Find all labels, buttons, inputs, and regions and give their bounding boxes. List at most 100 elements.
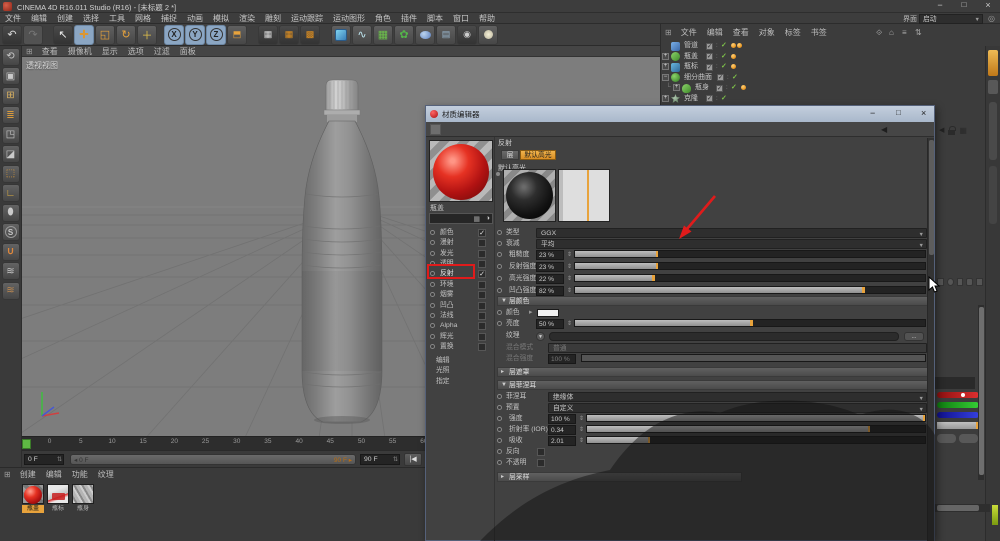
menu-item[interactable]: 选择 — [78, 12, 104, 25]
dock-tab-icon[interactable] — [988, 80, 998, 94]
bottle-model[interactable] — [296, 76, 388, 428]
material-manager-menu-icon[interactable]: ⊞ — [0, 470, 15, 479]
menu-item[interactable]: 动画 — [182, 12, 208, 25]
back-arrow-icon[interactable]: ◀ — [939, 126, 944, 134]
object-axis-mode-icon[interactable]: ∟ — [2, 184, 20, 202]
reflection-strength-slider[interactable] — [574, 262, 926, 270]
search-icon[interactable]: ◎ — [988, 14, 995, 23]
add-camera-icon[interactable]: ◉ — [457, 25, 477, 45]
channel-checkbox[interactable]: ✓ — [478, 229, 486, 237]
mouse-mode-icon[interactable]: ⬮ — [2, 204, 20, 222]
channel-checkbox[interactable] — [478, 333, 486, 341]
expand-icon[interactable]: + — [662, 95, 669, 102]
param-dot[interactable] — [497, 264, 502, 269]
texture-mode-icon[interactable]: ⊞ — [2, 87, 20, 105]
specular-strength-value[interactable]: 22 % — [536, 274, 564, 284]
workplane-layer-icon[interactable]: ≋ — [2, 262, 20, 280]
add-generator-icon[interactable]: ▦ — [373, 25, 393, 45]
menu-item[interactable]: 编辑 — [26, 12, 52, 25]
dock-tab[interactable] — [989, 102, 997, 160]
green-channel-slider[interactable] — [937, 402, 979, 408]
add-light-icon[interactable] — [478, 25, 498, 45]
dialog-maximize-icon[interactable]: □ — [896, 108, 901, 117]
enabled-check-icon[interactable]: ✓ — [721, 52, 727, 62]
enabled-check-icon[interactable]: ✓ — [721, 62, 727, 72]
sort-icon[interactable]: ⇅ — [915, 28, 922, 37]
history-back-icon[interactable]: ◀ — [881, 125, 887, 134]
filter-icon[interactable]: ⟐ — [876, 28, 882, 38]
redo-icon[interactable]: ↷ — [23, 25, 43, 45]
viewport-menu-item[interactable]: 面板 — [175, 46, 201, 58]
param-dot[interactable] — [497, 405, 502, 410]
lock-icon[interactable] — [948, 130, 955, 135]
slider-knob[interactable] — [961, 393, 965, 397]
tab-default-specular[interactable]: 默认高光 — [520, 150, 556, 160]
dialog-tool-button[interactable] — [430, 124, 441, 135]
param-dot[interactable] — [497, 288, 502, 293]
param-dot[interactable] — [497, 449, 502, 454]
render-view-icon[interactable]: ▦ — [258, 25, 278, 45]
layer-check[interactable]: ✓ — [706, 53, 713, 60]
menu-item[interactable]: 帮助 — [474, 12, 500, 25]
reflectance-type-dropdown[interactable]: GGX▼ — [536, 228, 927, 238]
lock-y-axis-button[interactable]: Y — [185, 25, 205, 45]
layer-check[interactable]: ✓ — [716, 85, 723, 92]
reflectance-falloff-dropdown[interactable]: 平均▼ — [536, 239, 927, 249]
channel-row-bump[interactable]: 凹凸 — [430, 301, 492, 311]
menu-item[interactable]: 捕捉 — [156, 12, 182, 25]
menu-item[interactable]: 运动跟踪 — [286, 12, 328, 25]
cursor-mode-icon[interactable] — [937, 278, 944, 286]
add-spline-icon[interactable]: ∿ — [352, 25, 372, 45]
menu-item[interactable]: 运动图形 — [328, 12, 370, 25]
color-button[interactable] — [937, 434, 956, 443]
ior-slider[interactable] — [586, 425, 926, 433]
texture-arrow-button[interactable]: ▼ — [536, 332, 545, 341]
menu-item[interactable]: 网格 — [130, 12, 156, 25]
current-frame-field[interactable]: 0 F ⇅ — [24, 454, 64, 465]
channel-checkbox[interactable] — [478, 343, 486, 351]
reflection-strength-value[interactable]: 23 % — [536, 262, 564, 272]
channel-row-fog[interactable]: 烟雾 — [430, 290, 492, 300]
add-deformer-icon[interactable]: ✿ — [394, 25, 414, 45]
section-layer-fresnel[interactable]: ▼层菲涅耳 — [497, 380, 932, 390]
polygon-mode-icon[interactable]: ◪ — [2, 145, 20, 163]
list-icon[interactable]: ≡ — [902, 28, 907, 37]
menu-item[interactable]: 工具 — [104, 12, 130, 25]
roughness-value[interactable]: 23 % — [536, 250, 564, 260]
object-row-cap[interactable]: + 瓶盖 ✓ : ✓ — [661, 52, 961, 62]
specular-falloff-widget[interactable] — [558, 169, 610, 222]
object-row-cloner[interactable]: + 克隆 ✓ : ✓ — [661, 94, 961, 104]
viewport-menu-icon[interactable]: ⊞ — [22, 47, 37, 56]
object-manager-menu-icon[interactable]: ⊞ — [661, 28, 676, 37]
end-frame-field[interactable]: 90 F ⇅ — [360, 454, 400, 465]
material-preview[interactable] — [429, 140, 493, 202]
specular-strength-slider[interactable] — [574, 274, 926, 282]
add-metaball-icon[interactable] — [415, 25, 435, 45]
texture-tag-icon[interactable] — [731, 54, 736, 59]
scale-tool-icon[interactable]: ◱ — [95, 25, 115, 45]
undo-icon[interactable]: ↶ — [2, 25, 22, 45]
object-row-tube[interactable]: 管道 ✓ : ✓ — [661, 41, 961, 51]
scrollbar-thumb[interactable] — [979, 307, 984, 475]
live-selection-icon[interactable]: ↖ — [53, 25, 73, 45]
param-dot[interactable] — [497, 230, 502, 235]
menu-item[interactable]: 文件 — [0, 12, 26, 25]
material-name-input[interactable]: ▦ ◑ — [429, 213, 493, 224]
menu-item[interactable]: 雕刻 — [260, 12, 286, 25]
fresnel-strength-slider[interactable] — [586, 414, 926, 422]
channel-row-color[interactable]: 颜色✓ — [430, 228, 492, 238]
param-dot[interactable] — [497, 310, 502, 315]
texture-tag-icon[interactable] — [731, 43, 736, 48]
object-manager-menu-item[interactable]: 文件 — [676, 26, 702, 39]
material-manager-menu-item[interactable]: 创建 — [15, 468, 41, 481]
fresnel-strength-value[interactable]: 100 % — [548, 414, 576, 424]
texture-tag-icon[interactable] — [737, 43, 742, 48]
channel-checkbox[interactable] — [478, 302, 486, 310]
object-row-subdivision[interactable]: − 细分曲面 ✓ : ✓ — [661, 73, 961, 83]
edge-mode-icon[interactable]: ◳ — [2, 126, 20, 144]
action-edit[interactable]: 编辑 — [430, 356, 492, 366]
add-floor-icon[interactable]: ▤ — [436, 25, 456, 45]
menu-small-icon[interactable] — [976, 278, 983, 286]
channel-row-environment[interactable]: 环境 — [430, 280, 492, 290]
material-label[interactable]: 瓶标 — [47, 505, 69, 513]
